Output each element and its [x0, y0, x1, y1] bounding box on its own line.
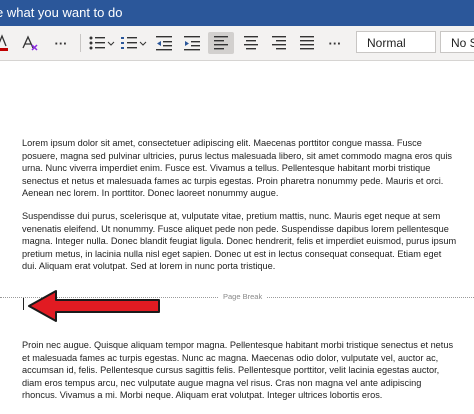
style-no-spacing[interactable]: No S: [440, 31, 474, 53]
numbering-button[interactable]: [118, 32, 148, 54]
separator: [80, 34, 81, 52]
title-bar: e what you want to do: [0, 0, 474, 26]
paragraph-3[interactable]: Proin nec augue. Quisque aliquam tempor …: [22, 339, 458, 402]
annotation-arrow-icon: [28, 290, 160, 322]
justify-button[interactable]: [294, 32, 320, 54]
align-right-button[interactable]: [266, 32, 292, 54]
increase-indent-icon: [184, 36, 200, 51]
increase-indent-button[interactable]: [180, 32, 204, 54]
numbered-list-icon: [121, 37, 147, 49]
align-center-icon: [244, 36, 258, 50]
page-break-label: Page Break: [219, 292, 267, 302]
font-color-button[interactable]: [0, 32, 10, 54]
bullets-button[interactable]: [86, 32, 116, 54]
style-normal[interactable]: Normal: [356, 31, 436, 53]
align-center-button[interactable]: [238, 32, 264, 54]
decrease-indent-icon: [156, 36, 172, 51]
paragraph-1[interactable]: Lorem ipsum dolor sit amet, consectetuer…: [22, 137, 458, 200]
text-cursor: [23, 298, 24, 310]
paragraph-2[interactable]: Suspendisse dui purus, scelerisque at, v…: [22, 210, 458, 273]
align-left-icon: [214, 36, 228, 50]
decrease-indent-button[interactable]: [152, 32, 176, 54]
align-left-button[interactable]: [208, 32, 234, 54]
font-color-icon: [0, 34, 8, 51]
ribbon-toolbar: ··· ··· Normal No S: [0, 26, 474, 61]
tell-me-search[interactable]: e what you want to do: [0, 0, 122, 26]
bullet-list-icon: [89, 36, 115, 50]
justify-icon: [300, 36, 314, 50]
clear-formatting-icon: [22, 35, 38, 51]
more-paragraph-options-button[interactable]: ···: [324, 32, 346, 54]
clear-formatting-button[interactable]: [18, 32, 42, 54]
align-right-icon: [272, 36, 286, 50]
more-font-options-button[interactable]: ···: [50, 32, 72, 54]
document-canvas[interactable]: Lorem ipsum dolor sit amet, consectetuer…: [0, 61, 474, 414]
